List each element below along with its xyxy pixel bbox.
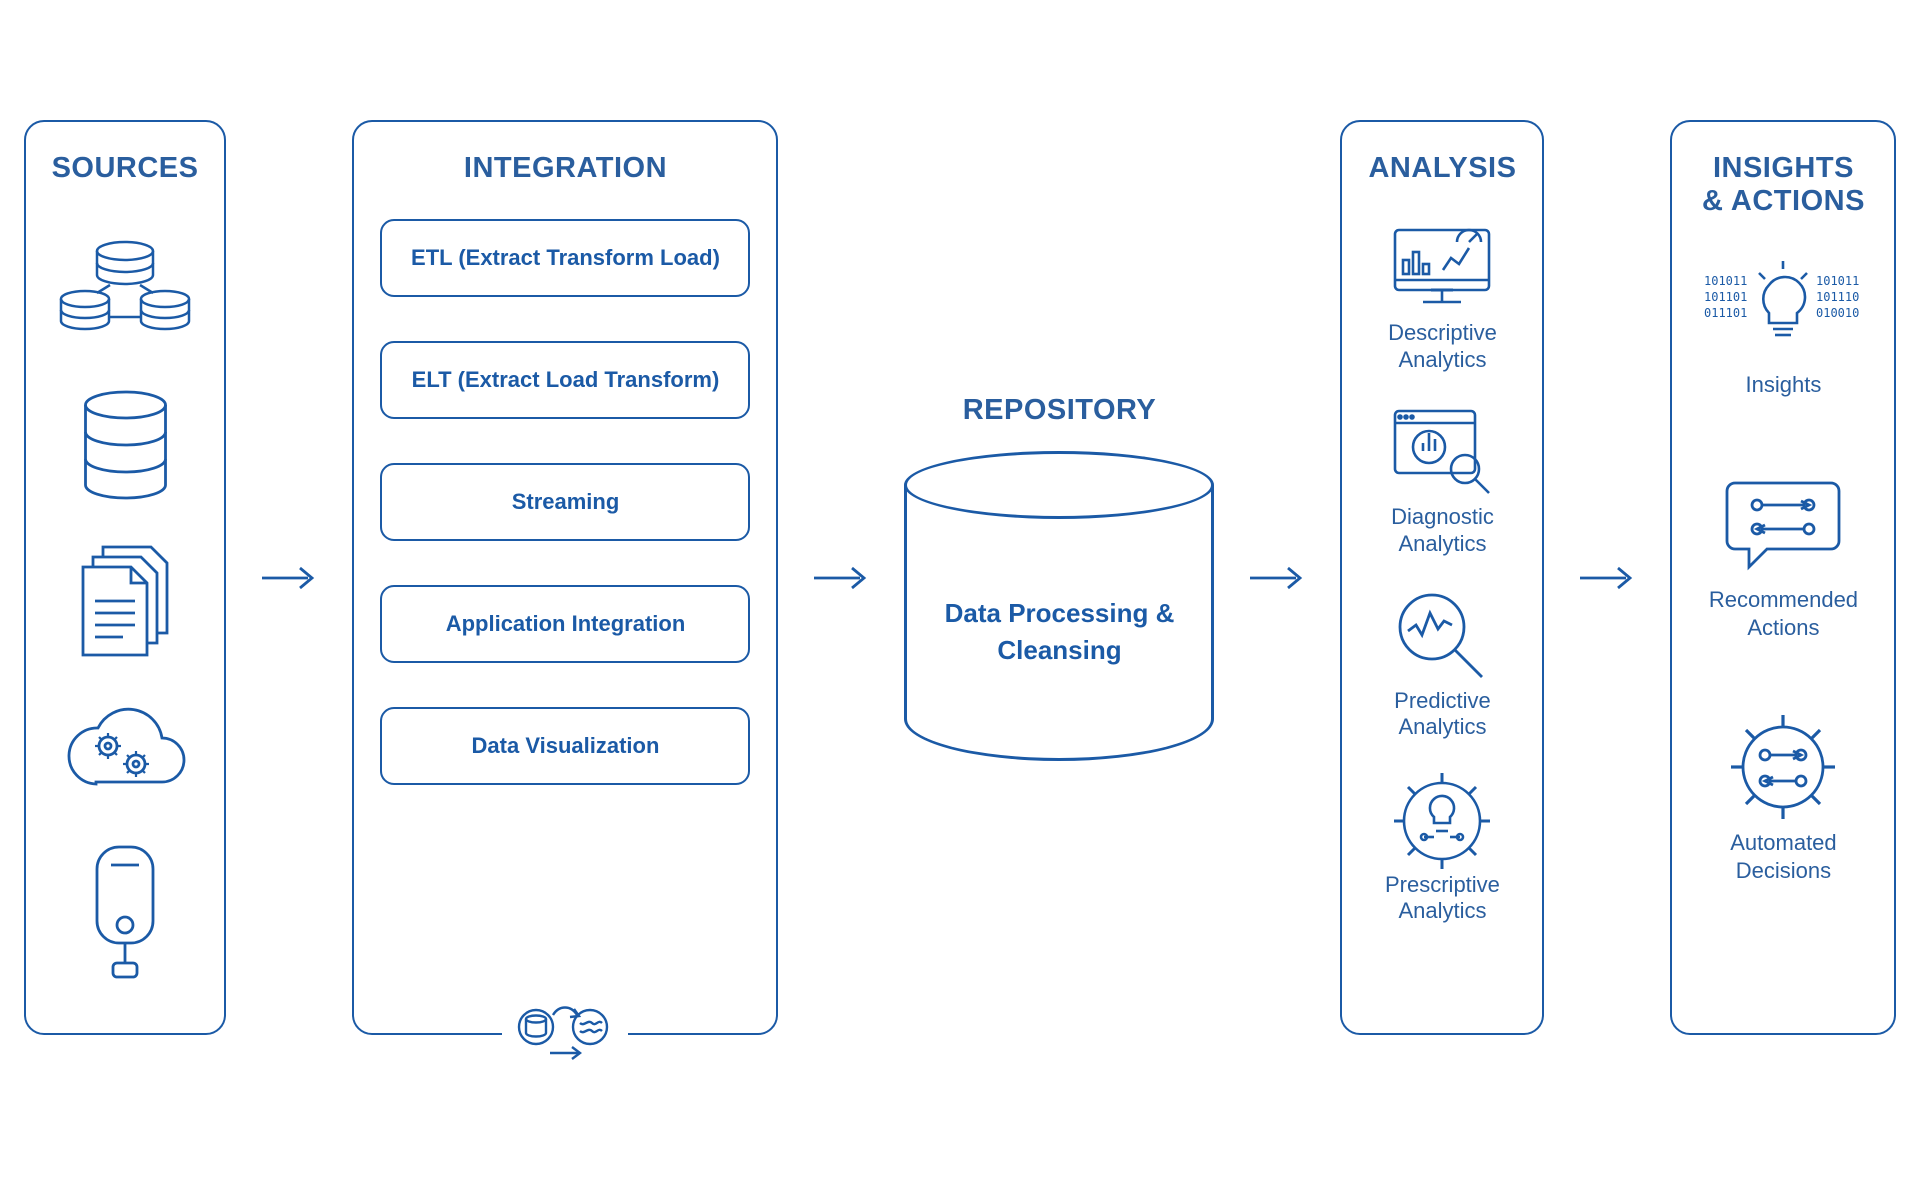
insights-panel: INSIGHTS & ACTIONS 101011 101101 011101 … xyxy=(1670,120,1896,1035)
server-icon xyxy=(85,838,165,983)
svg-text:011101: 011101 xyxy=(1704,306,1747,320)
analysis-item-descriptive: Descriptive Analytics xyxy=(1368,219,1516,373)
analysis-item-predictive: Predictive Analytics xyxy=(1368,587,1516,741)
integration-method-elt: ELT (Extract Load Transform) xyxy=(380,341,750,419)
analysis-label: Diagnostic Analytics xyxy=(1368,504,1516,557)
integration-method-etl: ETL (Extract Transform Load) xyxy=(380,219,750,297)
analysis-title: ANALYSIS xyxy=(1368,152,1516,185)
documents-icon xyxy=(73,529,178,674)
insights-label: Recommended Actions xyxy=(1698,586,1868,641)
integration-method-streaming: Streaming xyxy=(380,463,750,541)
bulb-binary-icon: 101011 101101 011101 101011 101110 01001… xyxy=(1698,253,1868,363)
sources-panel: SOURCES xyxy=(24,120,227,1035)
gear-flow-icon xyxy=(1723,711,1843,821)
repository-cylinder: Data Processing & Cleansing xyxy=(904,451,1214,761)
integration-method-app: Application Integration xyxy=(380,585,750,663)
analysis-item-prescriptive: Prescriptive Analytics xyxy=(1368,771,1516,925)
svg-text:101011: 101011 xyxy=(1816,274,1859,288)
arrow-icon xyxy=(1248,558,1306,598)
cloud-gears-icon xyxy=(58,684,193,829)
svg-text:101011: 101011 xyxy=(1704,274,1747,288)
svg-text:101110: 101110 xyxy=(1816,290,1859,304)
insights-label: Automated Decisions xyxy=(1698,829,1868,884)
repository-title: REPOSITORY xyxy=(963,394,1157,427)
arrow-icon xyxy=(812,558,870,598)
gear-bulb-icon xyxy=(1387,771,1497,866)
arrow-icon xyxy=(260,558,318,598)
analysis-label: Prescriptive Analytics xyxy=(1368,872,1516,925)
database-icon xyxy=(78,374,173,519)
integration-method-viz: Data Visualization xyxy=(380,707,750,785)
svg-text:101101: 101101 xyxy=(1704,290,1747,304)
dashboard-icon xyxy=(1387,219,1497,314)
sources-title: SOURCES xyxy=(52,152,199,185)
analysis-label: Predictive Analytics xyxy=(1368,688,1516,741)
chat-flow-icon xyxy=(1723,468,1843,578)
analysis-label: Descriptive Analytics xyxy=(1368,320,1516,373)
insights-item-insights: 101011 101101 011101 101011 101110 01001… xyxy=(1698,253,1868,399)
insights-item-recommended: Recommended Actions xyxy=(1698,468,1868,641)
database-cluster-icon xyxy=(55,219,195,364)
integration-panel: INTEGRATION ETL (Extract Transform Load)… xyxy=(352,120,778,1035)
pipeline-diagram: SOURCES xyxy=(60,120,1860,1035)
transform-flow-icon xyxy=(502,995,628,1065)
repository-body-text: Data Processing & Cleansing xyxy=(937,595,1181,668)
insights-item-automated: Automated Decisions xyxy=(1698,711,1868,884)
arrow-icon xyxy=(1578,558,1636,598)
insights-label: Insights xyxy=(1746,371,1822,399)
analysis-panel: ANALYSIS Descriptive Analytics xyxy=(1340,120,1544,1035)
integration-title: INTEGRATION xyxy=(464,152,667,185)
chart-magnifier-icon xyxy=(1387,403,1497,498)
insights-title: INSIGHTS & ACTIONS xyxy=(1698,152,1868,219)
svg-text:010010: 010010 xyxy=(1816,306,1859,320)
repository-panel: REPOSITORY Data Processing & Cleansing xyxy=(904,394,1214,761)
wave-magnifier-icon xyxy=(1392,587,1492,682)
analysis-item-diagnostic: Diagnostic Analytics xyxy=(1368,403,1516,557)
